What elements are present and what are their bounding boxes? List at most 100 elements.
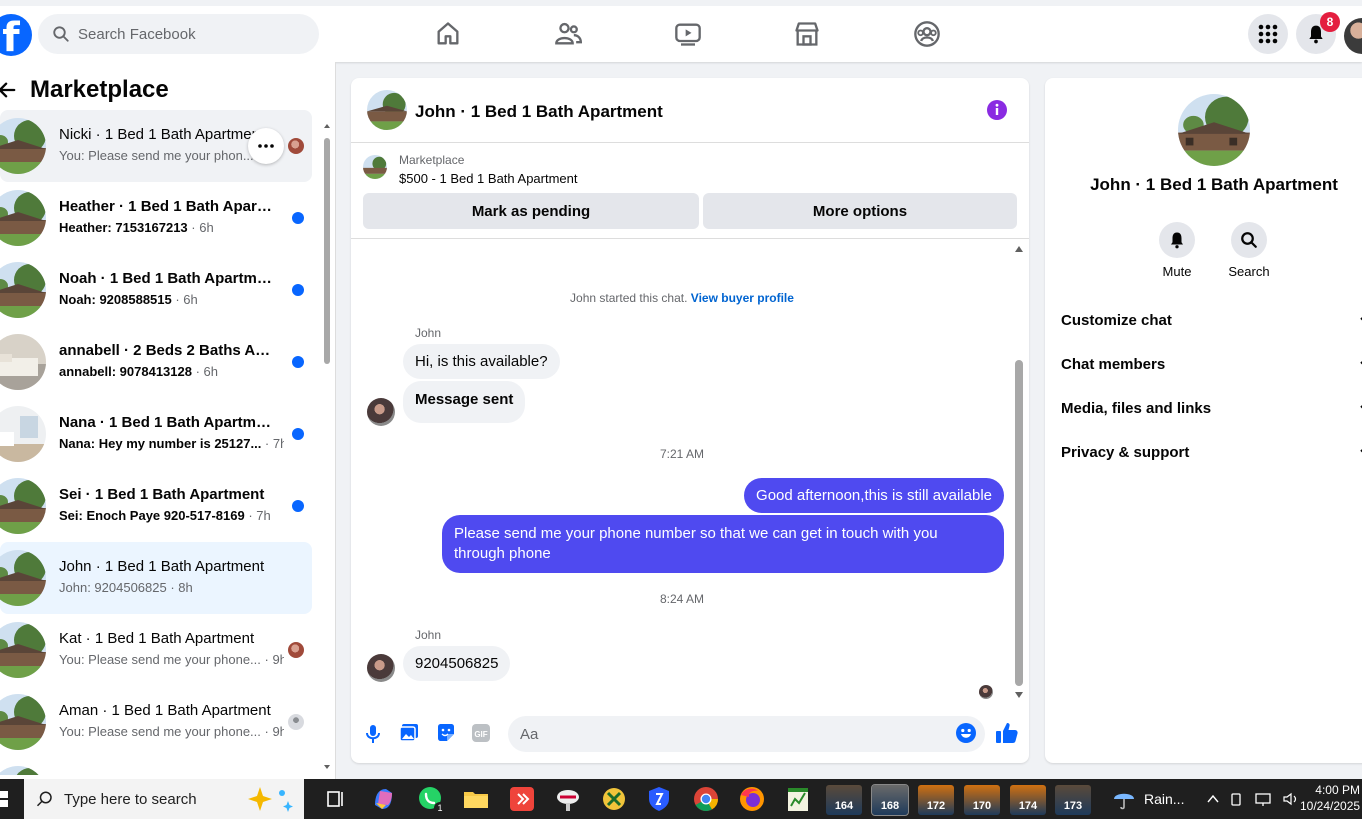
sparkle-icon: [248, 787, 293, 812]
umbrella-icon: [1114, 793, 1134, 810]
incoming-message[interactable]: Hi, is this available?: [403, 344, 560, 379]
mark-as-pending-button[interactable]: Mark as pending: [363, 193, 699, 229]
sidebar-scrollbar[interactable]: [322, 122, 332, 772]
conversation-preview: Heather: 7153167213 · 6h: [59, 220, 214, 235]
conversation-preview: You: Please send me your phone... · 9h: [59, 724, 284, 739]
listing-thumbnail: [0, 478, 46, 534]
taskbar-app-164[interactable]: 164: [826, 785, 862, 815]
conversation-info-panel: John · 1 Bed 1 Bath Apartment Mute Searc…: [1045, 78, 1362, 763]
taskbar-app-174[interactable]: 174: [1010, 785, 1046, 815]
chat-title[interactable]: John · 1 Bed 1 Bath Apartment: [415, 102, 663, 122]
whatsapp-badge: 1: [437, 803, 442, 813]
menu-grid-button[interactable]: [1248, 14, 1288, 54]
xbox-app-icon[interactable]: [600, 785, 628, 813]
listing-avatar[interactable]: [1178, 94, 1250, 166]
taskbar-app-172[interactable]: 172: [918, 785, 954, 815]
timestamp: 8:24 AM: [659, 592, 705, 606]
facebook-logo[interactable]: f: [0, 14, 32, 56]
taskbar-app-173[interactable]: 173: [1055, 785, 1091, 815]
profile-avatar[interactable]: [1344, 18, 1362, 54]
unread-dot: [292, 284, 304, 296]
message-composer: GIF Aa: [351, 712, 1029, 756]
app-icon[interactable]: [554, 785, 582, 813]
search-icon: [1241, 232, 1257, 248]
conversation-item[interactable]: annabell · 2 Beds 2 Baths Apar... annabel…: [0, 326, 312, 398]
listing-title[interactable]: $500 - 1 Bed 1 Bath Apartment: [399, 171, 578, 186]
conversation-title: Kat · 1 Bed 1 Bath Apartment: [59, 630, 255, 647]
conversation-preview: John: 9204506825 · 8h: [59, 580, 193, 595]
conversation-item[interactable]: Sei · 1 Bed 1 Bath Apartment Sei: Enoch P…: [0, 470, 312, 542]
conversation-item[interactable]: Aman · 1 Bed 1 Bath Apartment You: Please…: [0, 686, 312, 758]
view-buyer-profile-link[interactable]: View buyer profile: [691, 291, 794, 305]
copilot-icon[interactable]: [370, 785, 398, 813]
taskbar-app-168[interactable]: 168: [871, 784, 909, 816]
conversation-preview: Nana: Hey my number is 25127... · 7h: [59, 436, 284, 451]
more-options-button[interactable]: More options: [703, 193, 1017, 229]
thumbs-up-icon[interactable]: [995, 721, 1019, 745]
conversation-item[interactable]: Noah · 1 Bed 1 Bath Apartment Noah: 92085…: [0, 254, 312, 326]
conversation-title: John · 1 Bed 1 Bath Apartment: [59, 558, 265, 575]
incoming-message[interactable]: 9204506825: [403, 646, 511, 681]
microphone-icon[interactable]: [365, 724, 381, 744]
privacy-support-section[interactable]: Privacy & support: [1061, 430, 1362, 474]
bell-icon: [1171, 232, 1183, 249]
chat-scrollbar[interactable]: [1013, 242, 1025, 702]
message-thread: John started this chat. View buyer profi…: [351, 240, 1029, 705]
firefox-icon[interactable]: [738, 785, 766, 813]
conversation-item[interactable]: Nana · 1 Bed 1 Bath Apartment Nana: Hey m…: [0, 398, 312, 470]
outgoing-message[interactable]: Please send me your phone number so that…: [442, 515, 1004, 573]
search-box[interactable]: Search Facebook: [38, 14, 319, 54]
whatsapp-icon[interactable]: 1: [417, 785, 445, 813]
grid-icon: [1258, 24, 1278, 44]
taskbar-clock[interactable]: 4:00 PM 10/24/2025: [1300, 782, 1360, 814]
outgoing-message[interactable]: Good afternoon,this is still available: [744, 478, 1004, 513]
customize-chat-section[interactable]: Customize chat: [1061, 298, 1362, 342]
back-arrow-icon[interactable]: [0, 81, 16, 99]
anydesk-icon[interactable]: [508, 785, 536, 813]
emoji-icon[interactable]: [956, 723, 976, 743]
search-input[interactable]: Search Facebook: [78, 26, 196, 43]
photo-icon[interactable]: [399, 723, 419, 743]
notifications-button[interactable]: 8: [1296, 12, 1340, 54]
search-icon: [53, 26, 69, 42]
chat-members-section[interactable]: Chat members: [1061, 342, 1362, 386]
conversation-item[interactable]: John · 1 Bed 1 Bath Apartment John: 92045…: [0, 542, 312, 614]
taskbar-app-170[interactable]: 170: [964, 785, 1000, 815]
sender-avatar[interactable]: [367, 398, 395, 426]
conversation-item[interactable]: Heather · 1 Bed 1 Bath Apartm... Heather:…: [0, 182, 312, 254]
media-files-links-section[interactable]: Media, files and links: [1061, 386, 1362, 430]
taskbar-search-input[interactable]: Type here to search: [64, 791, 197, 808]
weather-widget[interactable]: Rain...: [1112, 779, 1184, 819]
conversation-item[interactable]: Nicki · 1 Bed 1 Bath Apartment You: Pleas…: [0, 110, 312, 182]
message-input[interactable]: Aa: [508, 716, 985, 752]
listing-small-thumbnail[interactable]: [363, 155, 387, 179]
conversation-preview: Noah: 9208588515 · 6h: [59, 292, 198, 307]
sender-avatar[interactable]: [367, 654, 395, 682]
marketplace-icon[interactable]: [793, 20, 821, 48]
info-icon[interactable]: [987, 100, 1007, 120]
mute-button[interactable]: Mute: [1147, 222, 1207, 279]
file-explorer-icon[interactable]: [462, 785, 490, 813]
sticker-icon[interactable]: [436, 723, 456, 743]
chrome-icon[interactable]: [692, 785, 720, 813]
listing-thumbnail: [0, 694, 46, 750]
gif-icon[interactable]: GIF: [471, 723, 491, 743]
conversation-title: annabell · 2 Beds 2 Baths Apar...: [59, 342, 274, 359]
taskbar-search[interactable]: Type here to search: [24, 779, 304, 819]
task-view-icon[interactable]: [322, 785, 350, 813]
conversation-item[interactable]: Allison · 1 Bed 1 Bath Apartment: [0, 758, 312, 775]
spreadsheet-app-icon[interactable]: [784, 785, 812, 813]
watch-video-icon[interactable]: [674, 20, 702, 48]
listing-thumbnail[interactable]: [367, 90, 407, 130]
groups-icon[interactable]: [913, 20, 941, 48]
windows-start-icon[interactable]: [0, 791, 10, 807]
more-dots-icon: [258, 144, 274, 148]
conversation-item[interactable]: Kat · 1 Bed 1 Bath Apartment You: Please …: [0, 614, 312, 686]
home-icon[interactable]: [434, 20, 462, 48]
security-shield-icon[interactable]: [645, 785, 673, 813]
friends-icon[interactable]: [554, 20, 582, 48]
conversation-more-button[interactable]: [248, 128, 284, 164]
incoming-message[interactable]: Message sent: [403, 381, 526, 423]
listing-thumbnail: [0, 334, 46, 390]
search-in-chat-button[interactable]: Search: [1219, 222, 1279, 279]
